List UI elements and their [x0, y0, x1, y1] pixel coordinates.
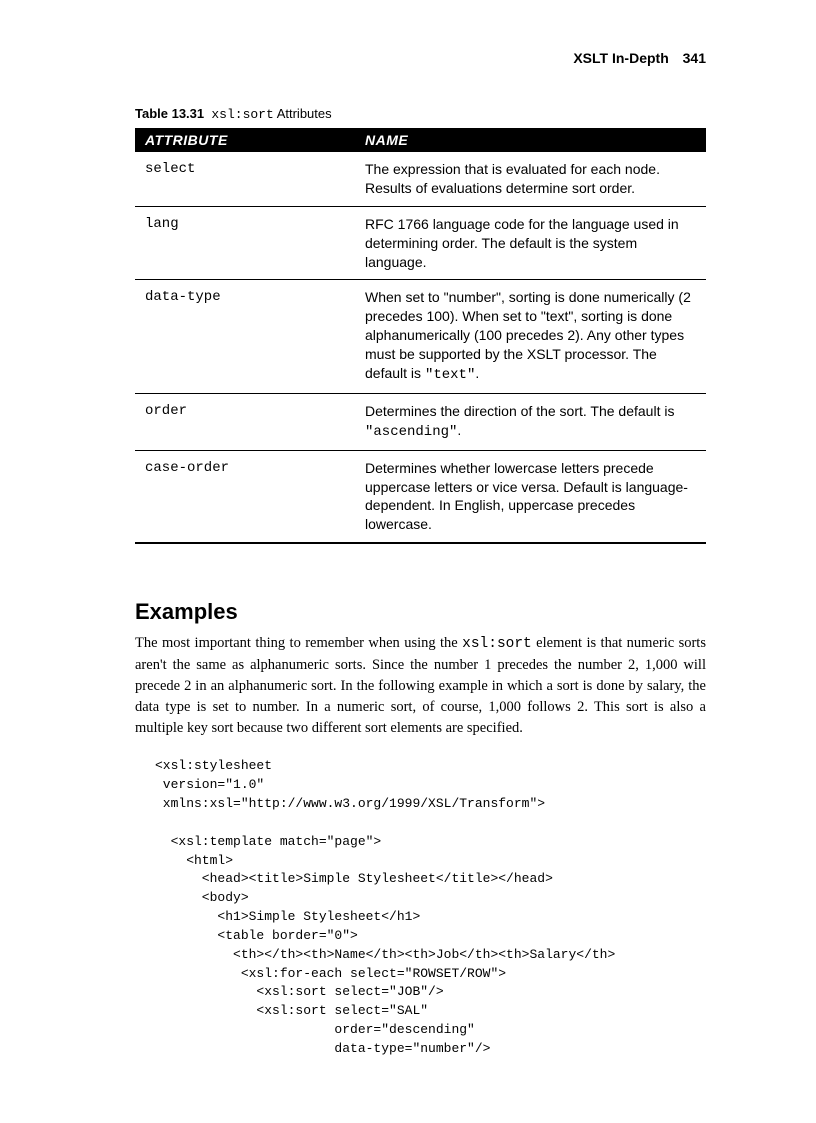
desc-suffix: .	[475, 365, 479, 381]
table-row: case-orderDetermines whether lowercase l…	[135, 450, 706, 543]
attribute-name-cell: data-type	[135, 280, 355, 393]
attribute-desc-cell: When set to "number", sorting is done nu…	[355, 280, 706, 393]
desc-inline-code: "ascending"	[365, 424, 457, 440]
desc-inline-code: "text"	[425, 367, 475, 383]
attribute-name-cell: lang	[135, 206, 355, 280]
table-header-attribute: ATTRIBUTE	[135, 128, 355, 152]
table-header-row: ATTRIBUTE NAME	[135, 128, 706, 152]
table-row: select The expression that is evaluated f…	[135, 152, 706, 206]
running-title: XSLT In-Depth	[573, 50, 668, 66]
attribute-desc-cell: RFC 1766 language code for the language …	[355, 206, 706, 280]
desc-text: Determines the direction of the sort. Th…	[365, 403, 674, 419]
table-row: langRFC 1766 language code for the langu…	[135, 206, 706, 280]
table-header-name: NAME	[355, 128, 706, 152]
examples-paragraph: The most important thing to remember whe…	[135, 633, 706, 739]
table-caption-label: Table 13.31	[135, 106, 204, 121]
code-block: <xsl:stylesheet version="1.0" xmlns:xsl=…	[155, 757, 706, 1059]
desc-text: Determines whether lowercase letters pre…	[365, 460, 688, 533]
attribute-desc-cell: Determines the direction of the sort. Th…	[355, 393, 706, 450]
table-caption-suffix: Attributes	[277, 106, 332, 121]
desc-suffix: .	[457, 422, 461, 438]
section-heading-examples: Examples	[135, 599, 706, 625]
table-row: order Determines the direction of the sor…	[135, 393, 706, 450]
attribute-name-cell: case-order	[135, 450, 355, 543]
table-row: data-typeWhen set to "number", sorting i…	[135, 280, 706, 393]
desc-text: The expression that is evaluated for eac…	[365, 161, 660, 196]
attribute-desc-cell: Determines whether lowercase letters pre…	[355, 450, 706, 543]
table-caption: Table 13.31 xsl:sort Attributes	[135, 106, 706, 122]
attribute-name-cell: select	[135, 152, 355, 206]
table-caption-code: xsl:sort	[211, 107, 273, 122]
page-container: XSLT In-Depth 341 Table 13.31 xsl:sort A…	[0, 0, 816, 1099]
attributes-table: ATTRIBUTE NAME select The expression that…	[135, 128, 706, 544]
para-pre: The most important thing to remember whe…	[135, 635, 462, 651]
attribute-name-cell: order	[135, 393, 355, 450]
running-header: XSLT In-Depth 341	[135, 50, 706, 66]
desc-text: When set to "number", sorting is done nu…	[365, 289, 691, 381]
para-code: xsl:sort	[462, 636, 532, 652]
page-number: 341	[683, 50, 706, 66]
attribute-desc-cell: The expression that is evaluated for eac…	[355, 152, 706, 206]
desc-text: RFC 1766 language code for the language …	[365, 216, 679, 270]
